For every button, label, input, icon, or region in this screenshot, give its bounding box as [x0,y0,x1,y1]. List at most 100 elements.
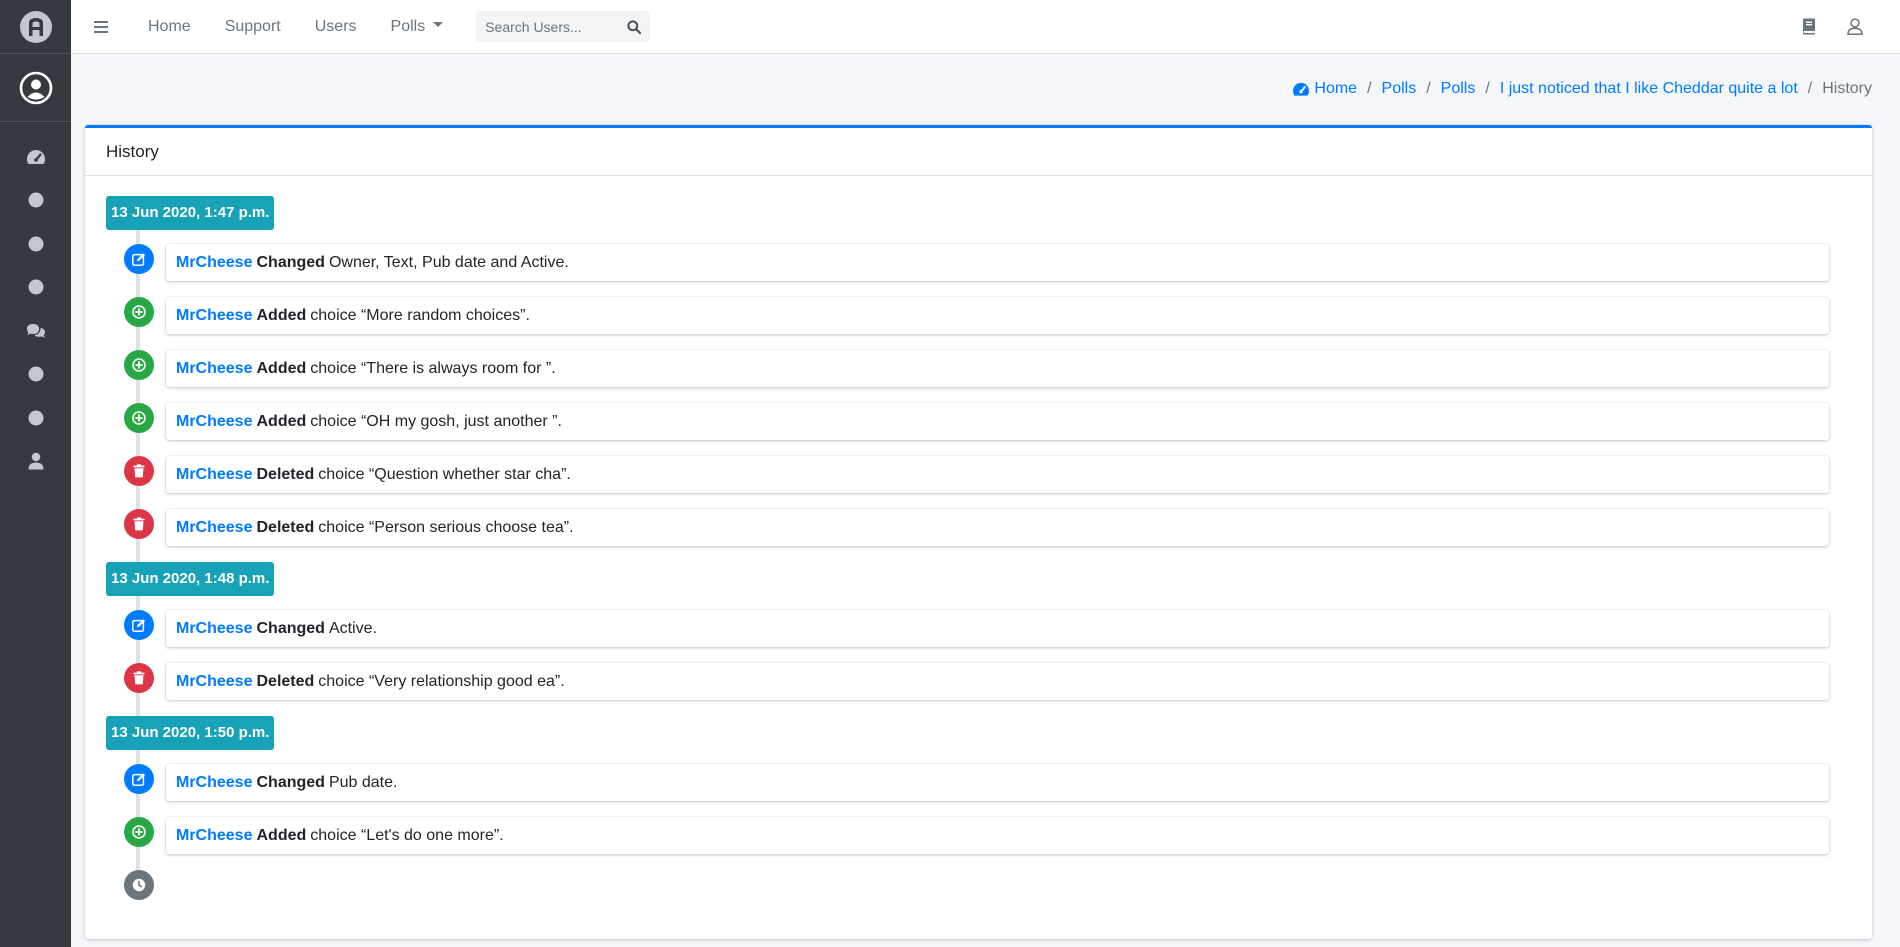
timeline-entry: MrCheese Changed Owner, Text, Pub date a… [106,244,1872,297]
sidebar-item-5[interactable] [0,396,71,440]
breadcrumb-separator: / [1367,80,1372,97]
navbar-right [1786,0,1900,54]
trash-icon [124,456,154,486]
entry-user-link[interactable]: MrCheese [176,466,252,484]
search-icon [627,19,642,34]
entry-user-link[interactable]: MrCheese [176,519,252,537]
hamburger-icon [94,20,108,33]
timeline-item: MrCheese Added choice “More random choic… [166,297,1829,334]
entry-action: Changed [256,619,325,637]
user-menu-button[interactable] [1832,0,1878,54]
entry-user-link[interactable]: MrCheese [176,413,252,431]
sidebar-item-dashboard[interactable] [0,135,71,179]
entry-detail: choice “OH my gosh, just another ”. [310,412,562,430]
timeline-item: MrCheese Deleted choice “Question whethe… [166,456,1829,493]
entry-user-link[interactable]: MrCheese [176,827,252,845]
trash-icon [124,509,154,539]
timeline-entry: MrCheese Deleted choice “Very relationsh… [106,663,1872,716]
timeline-item: MrCheese Added choice “There is always r… [166,350,1829,387]
search-input[interactable] [485,18,616,35]
circle-icon [28,410,43,426]
brand-logo[interactable] [0,0,71,54]
clock-icon [124,870,154,900]
breadcrumb-separator: / [1426,80,1431,97]
entry-detail: choice “Person serious choose tea”. [318,518,574,536]
search-box [476,11,651,42]
search-button[interactable] [627,19,642,34]
user-circle-icon [19,71,52,104]
book-button[interactable] [1786,0,1832,54]
top-navbar: Home Support Users Polls [71,0,1900,54]
breadcrumb-current: History [1822,80,1872,97]
user-icon [1847,18,1863,35]
plus-circle-icon [124,817,154,847]
breadcrumb-separator: / [1807,80,1813,97]
circle-icon [28,192,43,208]
entry-user-link[interactable]: MrCheese [176,774,252,792]
timeline-item: MrCheese Added choice “Let's do one more… [166,817,1829,854]
entry-action: Added [256,306,307,324]
entry-user-link[interactable]: MrCheese [176,307,252,325]
timeline-item: MrCheese Added choice “OH my gosh, just … [166,403,1829,440]
entry-action: Added [256,359,307,377]
timeline-item: MrCheese Changed Active. [166,610,1829,647]
sidebar-item-comments[interactable] [0,309,71,353]
entry-detail: choice “More random choices”. [310,306,530,324]
nav-link-support[interactable]: Support [208,0,298,54]
sidebar-item-4[interactable] [0,353,71,397]
timeline-item: MrCheese Deleted choice “Person serious … [166,509,1829,546]
time-label: 13 Jun 2020, 1:47 p.m. [106,196,1872,230]
card-title: History [85,128,1872,176]
breadcrumb-home[interactable]: Home [1292,80,1357,98]
entry-action: Added [256,412,307,430]
sidebar-item-1[interactable] [0,179,71,223]
entry-detail: Owner, Text, Pub date and Active. [328,253,569,271]
timeline-entry: MrCheese Added choice “OH my gosh, just … [106,403,1872,456]
entry-user-link[interactable]: MrCheese [176,254,252,272]
entry-detail: Active. [328,619,377,637]
user-icon [28,453,43,470]
entry-user-link[interactable]: MrCheese [176,673,252,691]
breadcrumb-home-label: Home [1314,80,1358,97]
brand-logo-icon [19,10,52,43]
timeline-item: MrCheese Changed Pub date. [166,764,1829,801]
timeline-entry: MrCheese Added choice “There is always r… [106,350,1872,403]
entry-detail: choice “Question whether star cha”. [318,465,571,483]
breadcrumb-poll-object[interactable]: I just noticed that I like Cheddar quite… [1500,80,1798,98]
edit-icon [124,764,154,794]
sidebar-item-3[interactable] [0,266,71,310]
nav-link-users[interactable]: Users [298,0,374,54]
entry-action: Changed [256,773,325,791]
sidebar-item-users[interactable] [0,440,71,484]
sidebar-item-2[interactable] [0,222,71,266]
entry-action: Changed [256,253,325,271]
time-label: 13 Jun 2020, 1:48 p.m. [106,562,1872,596]
entry-user-link[interactable]: MrCheese [176,360,252,378]
entry-detail: choice “Let's do one more”. [310,826,504,844]
timeline-end [106,870,1872,910]
breadcrumb: Home / Polls / Polls / I just noticed th… [1292,80,1872,98]
breadcrumb-polls-app[interactable]: Polls [1382,80,1417,98]
timeline-entry: MrCheese Deleted choice “Person serious … [106,509,1872,562]
entry-action: Deleted [256,518,315,536]
comments-icon [26,323,45,338]
time-label-text: 13 Jun 2020, 1:50 p.m. [106,716,275,750]
sidebar-nav [0,122,71,483]
entry-user-link[interactable]: MrCheese [176,620,252,638]
timeline-entry: MrCheese Added choice “Let's do one more… [106,817,1872,870]
timeline-entry: MrCheese Changed Pub date. [106,764,1872,817]
plus-circle-icon [124,403,154,433]
sidebar-user-avatar[interactable] [0,54,71,122]
breadcrumb-polls-list[interactable]: Polls [1441,80,1476,98]
time-label-text: 13 Jun 2020, 1:47 p.m. [106,196,275,230]
history-card: History 13 Jun 2020, 1:47 p.m. MrCheese … [85,125,1872,939]
menu-toggle-button[interactable] [71,0,131,54]
circle-icon [28,366,43,382]
nav-link-home[interactable]: Home [131,0,208,54]
entry-detail: choice “Very relationship good ea”. [318,672,565,690]
nav-dropdown-polls[interactable]: Polls [374,0,461,54]
tachometer-icon [1293,82,1310,96]
timeline-entry: MrCheese Added choice “More random choic… [106,297,1872,350]
circle-icon [28,279,43,295]
timeline-entry: MrCheese Changed Active. [106,610,1872,663]
